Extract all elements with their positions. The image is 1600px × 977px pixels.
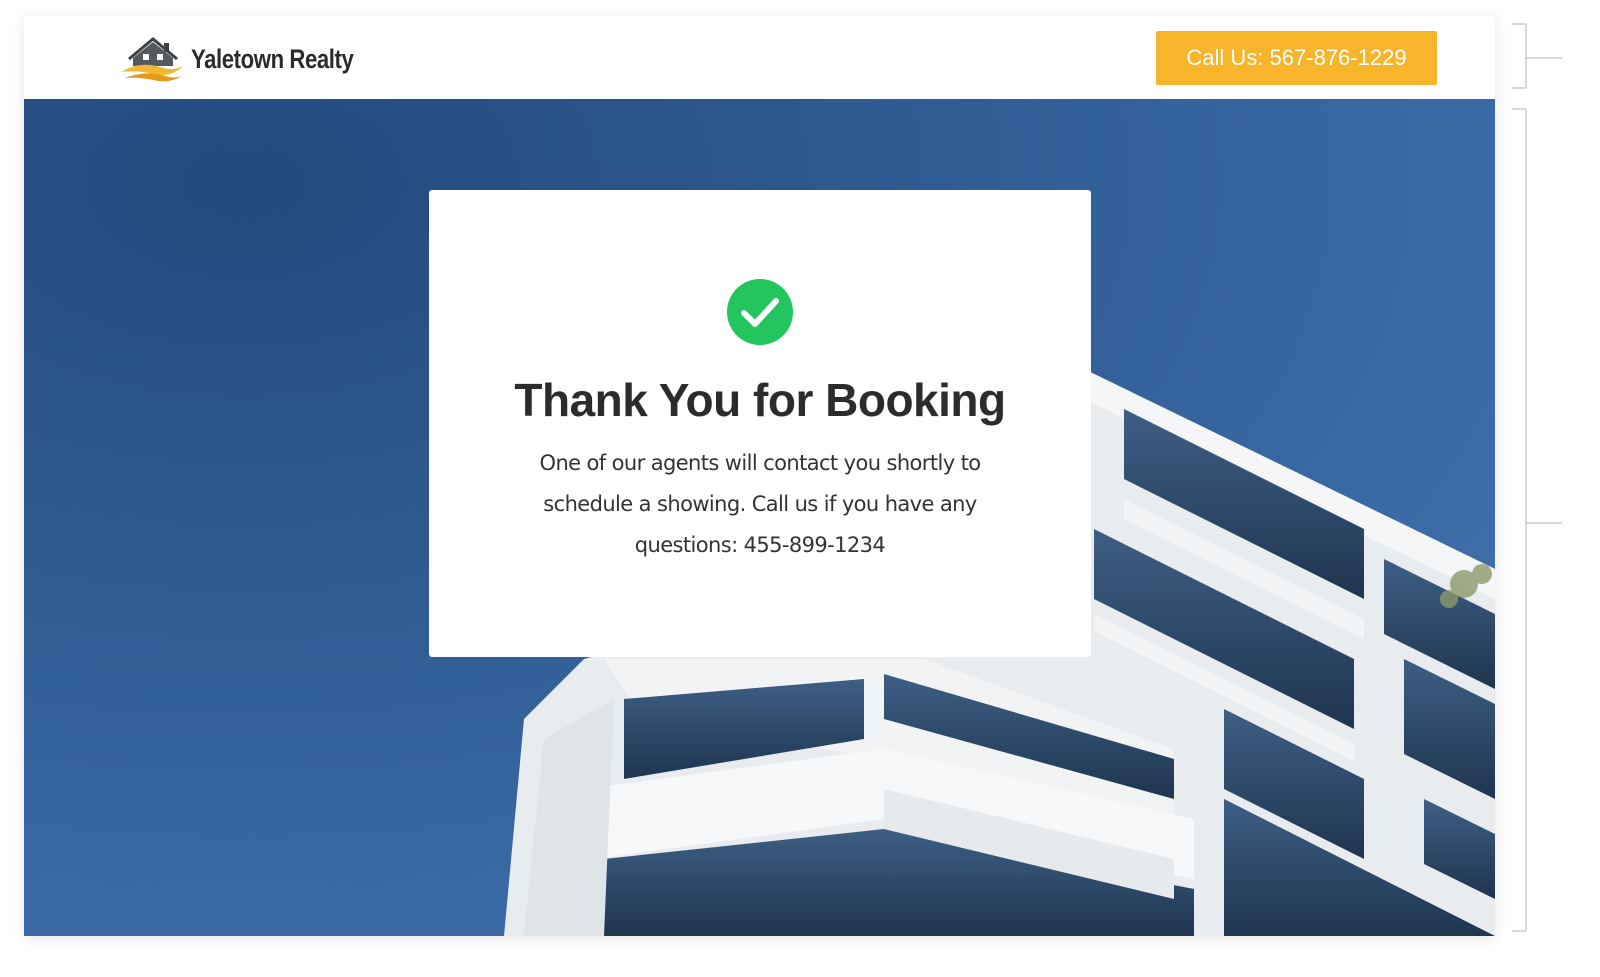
site-header: Yaletown Realty Call Us: 567-876-1229 (24, 16, 1495, 99)
call-us-button[interactable]: Call Us: 567-876-1229 (1156, 31, 1437, 85)
brand-name: Yaletown Realty (191, 43, 354, 74)
booking-confirmation-card: Thank You for Booking One of our agents … (429, 190, 1091, 657)
brand-logo[interactable]: Yaletown Realty (119, 36, 389, 82)
house-logo-icon (121, 37, 183, 82)
hero-section: Thank You for Booking One of our agents … (24, 99, 1495, 936)
confirmation-title: Thank You for Booking (514, 374, 1006, 426)
page: Yaletown Realty Call Us: 567-876-1229 Th… (24, 16, 1495, 936)
side-bracket-decoration (1512, 23, 1562, 932)
confirmation-message: One of our agents will contact you short… (539, 451, 982, 557)
check-circle-icon (727, 279, 793, 345)
